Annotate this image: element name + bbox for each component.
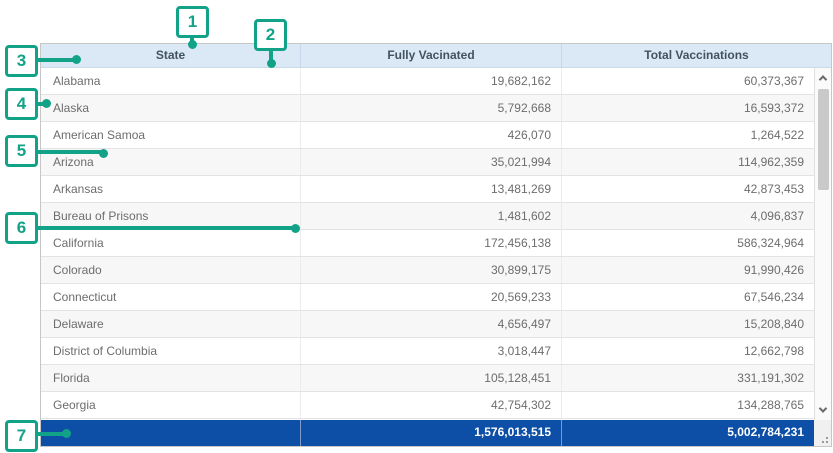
table-row[interactable]: American Samoa426,0701,264,522	[41, 122, 814, 149]
table-header-row: State Fully Vacinated Total Vaccinations	[41, 44, 831, 68]
cell-fully[interactable]: 4,656,497	[301, 311, 562, 337]
cell-fully[interactable]: 1,481,602	[301, 203, 562, 229]
callout-6-dot	[291, 224, 300, 233]
table-rows: Alabama19,682,16260,373,367Alaska5,792,6…	[41, 68, 814, 420]
cell-total[interactable]: 60,373,367	[562, 68, 814, 94]
callout-3-dot	[72, 55, 81, 64]
table-row[interactable]: Arizona35,021,994114,962,359	[41, 149, 814, 176]
cell-total[interactable]: 42,873,453	[562, 176, 814, 202]
callout-6: 6	[5, 212, 38, 244]
totals-state-cell	[41, 420, 301, 446]
cell-total[interactable]: 114,962,359	[562, 149, 814, 175]
callout-6-connector	[36, 226, 293, 230]
callout-1-dot	[188, 40, 197, 49]
scrollbar-thumb[interactable]	[818, 89, 829, 190]
cell-state[interactable]: Arkansas	[41, 176, 301, 202]
cell-fully[interactable]: 13,481,269	[301, 176, 562, 202]
table-row[interactable]: Arkansas13,481,26942,873,453	[41, 176, 814, 203]
cell-total[interactable]: 91,990,426	[562, 257, 814, 283]
cell-state[interactable]: Connecticut	[41, 284, 301, 310]
cell-total[interactable]: 67,546,234	[562, 284, 814, 310]
cell-state[interactable]: American Samoa	[41, 122, 301, 148]
cell-fully[interactable]: 426,070	[301, 122, 562, 148]
scroll-up-button[interactable]	[815, 70, 831, 86]
cell-fully[interactable]: 105,128,451	[301, 365, 562, 391]
callout-5-connector	[36, 150, 101, 154]
cell-fully[interactable]: 20,569,233	[301, 284, 562, 310]
callout-3-connector	[36, 58, 74, 62]
callout-7-dot	[62, 429, 71, 438]
chevron-up-icon	[819, 75, 827, 83]
scrollbar-corner	[814, 420, 831, 446]
cell-fully[interactable]: 42,754,302	[301, 392, 562, 418]
column-header-total-vaccinations[interactable]: Total Vaccinations	[562, 44, 831, 67]
totals-total-vaccinations-cell: 5,002,784,231	[562, 420, 814, 446]
table-row[interactable]: Connecticut20,569,23367,546,234	[41, 284, 814, 311]
callout-5-dot	[99, 149, 108, 158]
cell-fully[interactable]: 5,792,668	[301, 95, 562, 121]
cell-total[interactable]: 12,662,798	[562, 338, 814, 364]
callout-5: 5	[5, 135, 38, 167]
callout-1: 1	[176, 6, 209, 38]
cell-fully[interactable]: 35,021,994	[301, 149, 562, 175]
cell-state[interactable]: Georgia	[41, 392, 301, 418]
cell-fully[interactable]: 3,018,447	[301, 338, 562, 364]
vertical-scrollbar[interactable]	[814, 68, 831, 420]
cell-state[interactable]: Alaska	[41, 95, 301, 121]
cell-fully[interactable]: 30,899,175	[301, 257, 562, 283]
cell-state[interactable]: Alabama	[41, 68, 301, 94]
table-row[interactable]: Colorado30,899,17591,990,426	[41, 257, 814, 284]
cell-total[interactable]: 15,208,840	[562, 311, 814, 337]
totals-row: 1,576,013,515 5,002,784,231	[41, 420, 831, 446]
cell-state[interactable]: California	[41, 230, 301, 256]
cell-total[interactable]: 134,288,765	[562, 392, 814, 418]
totals-fully-vacinated-cell: 1,576,013,515	[301, 420, 562, 446]
callout-4: 4	[5, 88, 38, 120]
cell-state[interactable]: Florida	[41, 365, 301, 391]
cell-fully[interactable]: 19,682,162	[301, 68, 562, 94]
cell-total[interactable]: 1,264,522	[562, 122, 814, 148]
table-body: Alabama19,682,16260,373,367Alaska5,792,6…	[41, 68, 831, 420]
table-row[interactable]: Delaware4,656,49715,208,840	[41, 311, 814, 338]
cell-state[interactable]: Colorado	[41, 257, 301, 283]
callout-7: 7	[5, 420, 38, 452]
callout-3: 3	[5, 45, 38, 77]
resize-grip-icon	[826, 437, 828, 439]
callout-4-dot	[42, 99, 51, 108]
callout-2: 2	[254, 19, 287, 51]
table-row[interactable]: Florida105,128,451331,191,302	[41, 365, 814, 392]
cell-fully[interactable]: 172,456,138	[301, 230, 562, 256]
chevron-down-icon	[819, 404, 827, 412]
scroll-down-button[interactable]	[815, 402, 831, 418]
callout-2-dot	[267, 59, 276, 68]
table-row[interactable]: California172,456,138586,324,964	[41, 230, 814, 257]
vaccinations-list-table: State Fully Vacinated Total Vaccinations…	[40, 43, 832, 447]
cell-total[interactable]: 586,324,964	[562, 230, 814, 256]
callout-7-connector	[36, 432, 64, 436]
cell-total[interactable]: 4,096,837	[562, 203, 814, 229]
page-background: State Fully Vacinated Total Vaccinations…	[0, 0, 833, 453]
cell-state[interactable]: District of Columbia	[41, 338, 301, 364]
cell-state[interactable]: Delaware	[41, 311, 301, 337]
cell-total[interactable]: 16,593,372	[562, 95, 814, 121]
table-row[interactable]: District of Columbia3,018,44712,662,798	[41, 338, 814, 365]
cell-total[interactable]: 331,191,302	[562, 365, 814, 391]
table-row[interactable]: Georgia42,754,302134,288,765	[41, 392, 814, 419]
column-header-fully-vacinated[interactable]: Fully Vacinated	[301, 44, 562, 67]
table-row[interactable]: Alaska5,792,66816,593,372	[41, 95, 814, 122]
table-row[interactable]: Alabama19,682,16260,373,367	[41, 68, 814, 95]
